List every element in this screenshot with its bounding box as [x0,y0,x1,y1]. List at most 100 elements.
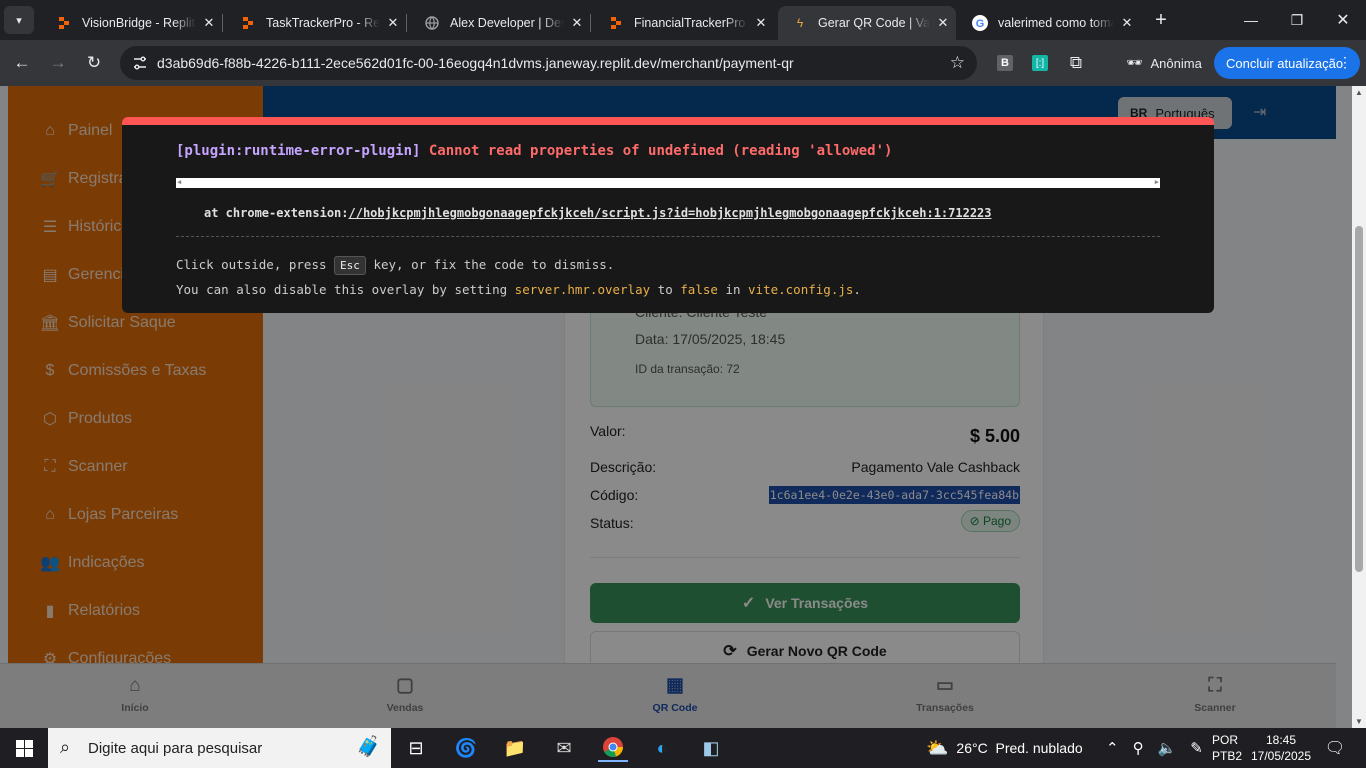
back-icon[interactable]: ← [7,48,37,78]
minimize-icon[interactable]: — [1228,0,1274,40]
tip-text: Click outside, press [176,257,327,272]
search-placeholder: Digite aqui para pesquisar [88,739,263,757]
scrollbar-thumb[interactable] [1355,226,1363,572]
language-secondary: PTB2 [1212,749,1243,763]
language-indicator[interactable]: POR PTB2 [1212,732,1242,764]
tab-title: TaskTrackerPro - Replit [266,16,380,30]
site-info-icon[interactable] [132,55,148,74]
address-bar[interactable]: d3ab69d6-f88b-4226-b111-2ece562d01fc-00-… [120,46,977,80]
page-scrollbar[interactable]: ▲ ▼ [1352,86,1366,728]
stack-link[interactable]: //hobjkcpmjhlegmobgonaagepfckjkceh/scrip… [349,206,992,220]
tab-financialtrackerpro[interactable]: FinancialTrackerPro - ✕ [594,6,774,40]
clock[interactable]: 18:45 17/05/2025 [1246,732,1316,764]
tip-text: You can also disable this overlay by set… [176,282,508,297]
update-button[interactable]: Concluir atualização ⋮ [1214,47,1360,79]
web-page: ⌂ Painel 🛒 Registrar ☰ Histórico ▤ Gerenciar… [0,86,1352,728]
browser-tab-bar: ▾ VisionBridge - Replit ✕ TaskTrackerPro… [0,0,1366,40]
tab-title: valerimed como tomar [998,16,1114,30]
tab-title: Alex Developer | Desc [450,16,564,30]
language-primary: POR [1212,733,1239,747]
replit-icon [608,15,624,31]
volume-icon[interactable]: 🔈 [1158,739,1177,757]
tip-code: vite.config.js [748,282,854,297]
tab-gerar-qr-code[interactable]: ϟ Gerar QR Code | Vale ✕ [778,6,956,40]
copilot-icon[interactable]: 🌀 [451,734,481,762]
update-label: Concluir atualização [1226,55,1344,71]
windows-taskbar: ⌕ Digite aqui para pesquisar 🧳 ⊟ 🌀 📁 ✉ ◐… [0,728,1366,768]
new-tab-button[interactable]: + [1142,0,1180,40]
weather-text[interactable]: 26°C Pred. nublado [956,740,1082,756]
task-view-icon[interactable]: ⊟ [401,734,431,762]
weather-cloud-icon[interactable]: ⛅ [926,738,948,759]
scroll-up-icon[interactable]: ▲ [1355,88,1363,97]
extensions-puzzle-icon[interactable]: ⧉ [1061,48,1091,78]
url-text: d3ab69d6-f88b-4226-b111-2ece562d01fc-00-… [157,55,794,71]
close-icon[interactable]: ✕ [564,15,590,31]
network-icon[interactable]: ⚲ [1133,739,1144,757]
tab-title: VisionBridge - Replit [82,16,196,30]
error-overlay: [plugin:runtime-error-plugin] Cannot rea… [122,117,1214,313]
clock-time: 18:45 [1265,733,1297,747]
restore-icon[interactable]: ❐ [1274,0,1320,40]
taskbar-search-input[interactable]: ⌕ Digite aqui para pesquisar 🧳 [48,728,391,768]
tip-code: server.hmr.overlay [514,282,651,297]
extension-b-icon[interactable]: B [990,48,1020,78]
incognito-icon: 🕶 [1126,55,1143,70]
profile-label: Anônima [1150,55,1202,71]
close-icon[interactable]: ✕ [930,15,956,31]
clock-date: 17/05/2025 [1250,749,1312,763]
reload-icon[interactable]: ↻ [79,48,109,78]
scroll-left-icon[interactable]: ◀ [177,178,181,186]
chrome-icon[interactable] [598,734,628,762]
tray-icons: ⌃ ⚲ 🔈 ✎ [1106,728,1203,768]
tip-text: . [853,282,861,297]
scroll-down-icon[interactable]: ▼ [1355,717,1363,726]
svg-text:G: G [976,18,985,30]
notifications-icon[interactable]: 🗨 [1320,734,1350,762]
incognito-profile[interactable]: 🕶 Anônima [1118,48,1210,78]
window-close-icon[interactable]: ✕ [1320,0,1366,40]
close-icon[interactable]: ✕ [748,15,774,31]
tip-text: in [725,282,741,297]
windows-start-icon[interactable] [9,734,39,762]
travel-illustration-icon: 🧳 [356,736,381,758]
error-plugin: [plugin:runtime-error-plugin] [176,143,421,159]
horizontal-scrollbar[interactable]: ◀ ▶ [176,178,1160,188]
tip-text: key, or fix the code to dismiss. [373,257,615,272]
error-message: Cannot read properties of undefined (rea… [428,143,893,159]
close-icon[interactable]: ✕ [196,15,222,31]
globe-icon [424,15,440,31]
forward-icon[interactable]: → [43,48,73,78]
esc-key: Esc [334,256,366,275]
mail-icon[interactable]: ✉ [549,734,579,762]
tab-visionbridge[interactable]: VisionBridge - Replit ✕ [42,6,222,40]
tab-tasktrackerpro[interactable]: TaskTrackerPro - Replit ✕ [226,6,406,40]
close-icon[interactable]: ✕ [380,15,406,31]
tab-search-button[interactable]: ▾ [4,6,34,34]
error-title: [plugin:runtime-error-plugin] Cannot rea… [176,143,892,159]
divider [176,236,1160,237]
browser-toolbar: ← → ↻ d3ab69d6-f88b-4226-b111-2ece562d01… [0,40,1366,86]
tab-title: Gerar QR Code | Vale [818,16,930,30]
tab-alex-developer[interactable]: Alex Developer | Desc ✕ [410,6,590,40]
extension-bracket-icon[interactable]: [:] [1025,48,1055,78]
scroll-right-icon[interactable]: ▶ [1155,178,1159,186]
google-icon: G [972,15,988,31]
edge-icon[interactable]: ◐ [647,734,677,762]
chevron-up-icon[interactable]: ⌃ [1106,739,1119,757]
app-icon[interactable]: ◧ [696,734,726,762]
file-explorer-icon[interactable]: 📁 [500,734,530,762]
pen-icon[interactable]: ✎ [1190,739,1203,757]
tab-title: FinancialTrackerPro - [634,16,748,30]
replit-icon [56,15,72,31]
error-tip: Click outside, press Esc key, or fix the… [176,253,861,302]
replit-icon [240,15,256,31]
tip-code: false [680,282,718,297]
menu-dots-icon[interactable]: ⋮ [1338,54,1352,71]
system-tray: ⛅ 26°C Pred. nublado [926,728,1083,768]
bookmark-star-icon[interactable]: ☆ [950,53,965,73]
error-stack: at chrome-extension://hobjkcpmjhlegmobgo… [204,206,992,220]
tab-valerimed[interactable]: G valerimed como tomar ✕ [958,6,1140,40]
stack-prefix: at chrome-extension: [204,206,349,220]
close-icon[interactable]: ✕ [1114,15,1140,31]
